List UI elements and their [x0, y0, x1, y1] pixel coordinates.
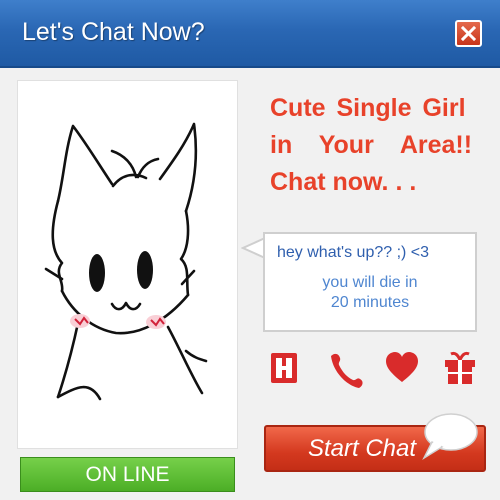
title-bar: Let's Chat Now? — [0, 0, 500, 68]
block-icon[interactable] — [266, 350, 302, 386]
promo-text: Cute Single Girl in Your Area!! Chat now… — [270, 90, 485, 201]
message-text: hey what's up?? ;) <3 — [277, 244, 430, 261]
promo-line-1: Cute Single Girl — [270, 94, 466, 122]
gift-icon[interactable] — [442, 350, 478, 386]
phone-icon[interactable] — [325, 350, 363, 388]
start-chat-label: Start Chat — [308, 435, 417, 462]
message-bubble: hey what's up?? ;) <3 you will die in 20… — [263, 232, 477, 332]
close-x-icon — [461, 26, 476, 41]
online-status: ON LINE — [85, 463, 170, 486]
message-warning-line-1: you will die in — [322, 274, 418, 291]
speech-bubble-icon — [422, 413, 478, 461]
message-warning-line-2: 20 minutes — [330, 294, 410, 311]
message-warning: you will die in 20 minutes — [265, 273, 475, 313]
cartoon-cat-image — [44, 122, 208, 401]
promo-line-2: in Your Area!! — [270, 131, 473, 159]
window-title: Let's Chat Now? — [22, 18, 205, 46]
online-status-bar: ON LINE — [20, 457, 235, 492]
promo-line-3: Chat now. . . — [270, 168, 417, 196]
close-button[interactable] — [455, 20, 482, 47]
profile-photo — [17, 80, 238, 449]
heart-icon[interactable] — [384, 350, 420, 386]
